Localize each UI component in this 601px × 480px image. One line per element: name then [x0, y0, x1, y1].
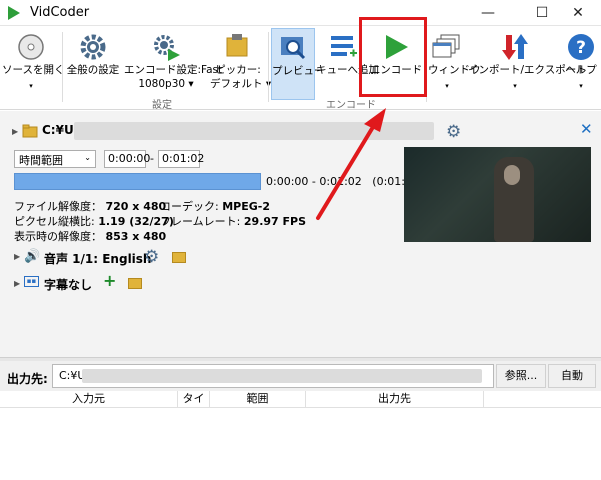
open-source-label: ソースを開く [2, 64, 65, 76]
encode-group-label: エンコード [326, 100, 376, 111]
column-destination[interactable]: 出力先 [306, 391, 484, 408]
minimize-button[interactable]: — [465, 0, 511, 26]
subtitle-label: 字幕なし [44, 278, 93, 292]
help-question-icon: ? [568, 34, 594, 60]
column-source[interactable]: 入力元 [0, 391, 178, 408]
file-resolution: ファイル解像度： 720 x 480 [14, 200, 167, 213]
column-title[interactable]: タイトル [178, 391, 210, 408]
preview-label: プレビュー [272, 65, 325, 77]
picker-label: ピッカー: [215, 64, 261, 76]
redacted-path [74, 122, 434, 140]
queue-table: 入力元 タイトル 範囲 出力先 [0, 391, 601, 480]
picker-folder-icon [226, 34, 248, 57]
window-title: VidCoder [30, 5, 90, 20]
pixel-aspect-ratio: ピクセル縦横比: 1.19 (32/27) [14, 215, 174, 228]
range-display-text: 0:00:00 - 0:01:02 (0:01:02) [266, 175, 424, 188]
window-menu-label: ウィンドウ [428, 64, 481, 76]
settings-group-label: 設定 [152, 100, 172, 111]
display-resolution: 表示時の解像度： 853 x 480 [14, 230, 167, 243]
chevron-down-icon: ⌄ [84, 153, 91, 162]
source-panel: ▶ C:¥U ⚙ ✕ 時間範囲 ⌄ 0:00:00 - 0:01:02 0:00… [0, 111, 601, 357]
audio-track-label: 音声 1/1: English [44, 252, 152, 266]
framerate-info: フレームレート: 29.97 FPS [160, 215, 307, 228]
help-label: ヘルプ [565, 64, 597, 76]
chevron-down-icon: ▾ [188, 78, 194, 90]
import-export-arrows-icon [502, 34, 528, 60]
ribbon-toolbar: ソースを開く ▾ 全般の設定 エンコード設定:Fast 1080p30 ▾ ピッ… [0, 26, 601, 111]
ribbon-separator [62, 32, 63, 102]
folder-open-icon [22, 124, 38, 138]
source-path: C:¥U [42, 123, 74, 137]
range-mode-select[interactable]: 時間範囲 ⌄ [14, 150, 96, 168]
encode-settings-preset: 1080p30 ▾ [138, 78, 194, 90]
subtitle-folder-icon[interactable] [128, 278, 142, 289]
add-subtitle-plus-icon[interactable]: + [103, 271, 116, 290]
expand-triangle-icon[interactable]: ▶ [12, 127, 18, 136]
encode-settings-button[interactable]: エンコード設定:Fast 1080p30 ▾ [124, 28, 223, 100]
chevron-down-icon: ▾ [513, 82, 517, 90]
audio-settings-gear-icon[interactable]: ⚙ [144, 247, 159, 267]
svg-text:?: ? [576, 38, 586, 58]
encode-highlight-box [359, 17, 427, 97]
import-export-label: インポート/エクスポート [468, 64, 587, 76]
picker-value: デフォルト ▾ [210, 78, 271, 91]
output-bar: 出力先: C:¥U 参照... 自動 [0, 361, 601, 391]
close-window-button[interactable]: ✕ [555, 0, 601, 26]
windows-stack-icon [432, 34, 460, 58]
column-range[interactable]: 範囲 [210, 391, 306, 408]
general-settings-button[interactable]: 全般の設定 [64, 28, 122, 100]
general-settings-label: 全般の設定 [66, 64, 120, 76]
range-slider-bar[interactable] [14, 173, 261, 190]
output-label: 出力先: [7, 372, 48, 386]
speaker-icon: 🔊 [24, 249, 41, 264]
start-time-input[interactable]: 0:00:00 [104, 150, 150, 168]
range-mode-value: 時間範囲 [19, 154, 63, 167]
ribbon-separator [268, 32, 269, 102]
expand-audio-icon[interactable]: ▶ [14, 252, 20, 261]
codec-info: コーデック: MPEG-2 [160, 200, 270, 213]
chevron-down-icon: ▾ [29, 82, 33, 90]
chevron-down-icon: ▾ [445, 82, 449, 90]
title-bar: VidCoder — ☐ ✕ [0, 0, 601, 26]
magnifier-icon [281, 37, 306, 60]
expand-subtitle-icon[interactable]: ▶ [14, 279, 20, 288]
thumbnail-face [504, 165, 520, 185]
vidcoder-logo-icon [8, 6, 20, 20]
browse-button[interactable]: 参照... [496, 364, 546, 388]
audio-folder-icon[interactable] [172, 252, 186, 263]
import-export-button[interactable]: インポート/エクスポート ▾ [468, 28, 587, 100]
disc-icon [18, 34, 44, 60]
window-menu-button[interactable]: ウィンドウ ▾ [428, 28, 481, 100]
picker-button[interactable]: ピッカー: デフォルト ▾ [210, 28, 271, 100]
queue-add-icon [331, 36, 357, 57]
help-button[interactable]: ? ヘルプ ▾ [562, 28, 600, 100]
gear-icon [80, 34, 106, 60]
close-source-icon[interactable]: ✕ [580, 120, 593, 138]
subtitle-icon: ▪▪ [24, 276, 39, 287]
end-time-input[interactable]: 0:01:02 [158, 150, 204, 168]
encode-settings-label: エンコード設定:Fast [124, 64, 223, 76]
chevron-down-icon: ▾ [579, 82, 583, 90]
source-settings-gear-icon[interactable]: ⚙ [446, 122, 461, 142]
preview-button[interactable]: プレビュー [271, 28, 325, 100]
redacted-output-path [82, 369, 482, 383]
range-dash: - [150, 152, 154, 165]
queue-header: 入力元 タイトル 範囲 出力先 [0, 391, 601, 408]
auto-button[interactable]: 自動 [548, 364, 596, 388]
encode-settings-gear-icon [154, 35, 180, 61]
video-preview-thumbnail [404, 147, 591, 242]
open-source-button[interactable]: ソースを開く ▾ [2, 28, 65, 100]
